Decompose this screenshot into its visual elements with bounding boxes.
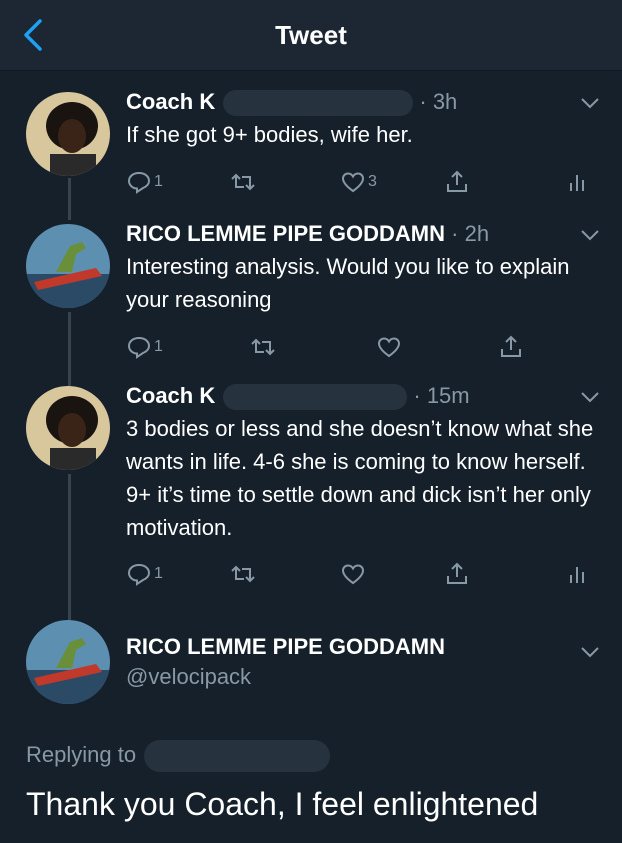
author-name[interactable]: RICO LEMME PIPE GODDAMN <box>126 634 445 659</box>
thread-line <box>68 178 71 220</box>
avatar[interactable] <box>26 224 110 308</box>
analytics-button[interactable] <box>564 560 590 588</box>
redacted-handle <box>223 90 414 117</box>
author-name[interactable]: RICO LEMME PIPE GODDAMN <box>126 221 445 246</box>
chevron-down-icon[interactable] <box>580 96 600 110</box>
page-title: Tweet <box>275 20 347 50</box>
avatar[interactable] <box>26 620 110 704</box>
reply-button[interactable]: 1 <box>126 560 163 588</box>
timestamp: · 2h <box>451 221 490 246</box>
like-button[interactable]: 3 <box>340 168 377 196</box>
author-handle[interactable]: @velocipack <box>126 664 251 690</box>
reply-button[interactable]: 1 <box>126 333 163 361</box>
tweet-text: Thank you Coach, I feel enlightened <box>26 786 539 822</box>
tweet-actions: 1 <box>126 333 596 363</box>
retweet-button[interactable] <box>230 168 256 196</box>
timestamp: · 3h <box>419 89 458 114</box>
reply-count: 1 <box>154 338 163 355</box>
thread-line <box>68 474 71 620</box>
share-icon <box>447 170 467 192</box>
analytics-icon <box>570 567 584 583</box>
share-button[interactable] <box>498 333 524 361</box>
tweet-text: If she got 9+ bodies, wife her. <box>126 122 413 147</box>
like-button[interactable] <box>340 560 366 588</box>
like-icon <box>341 564 365 585</box>
like-icon <box>341 172 365 193</box>
avatar[interactable] <box>26 92 110 176</box>
avatar[interactable] <box>26 386 110 470</box>
thread-line <box>68 312 71 387</box>
share-button[interactable] <box>444 560 470 588</box>
share-button[interactable] <box>444 168 470 196</box>
top-bar: Tweet <box>0 0 622 71</box>
analytics-icon <box>570 175 584 191</box>
tweet-actions: 1 <box>126 560 596 590</box>
replying-label: Replying to <box>26 741 137 767</box>
reply-icon <box>127 171 151 194</box>
tweet-text: 3 bodies or less and she doesn’t know wh… <box>126 416 594 540</box>
reply-icon <box>127 336 151 359</box>
redacted-handle <box>144 740 331 772</box>
like-button[interactable] <box>376 333 402 361</box>
avatar-velociraptor-icon <box>26 620 110 704</box>
reply-count: 1 <box>154 565 163 582</box>
avatar-velociraptor-icon <box>26 224 110 308</box>
tweet-text: Interesting analysis. Would you like to … <box>126 254 570 312</box>
redacted-handle <box>223 384 408 411</box>
share-icon <box>501 335 521 357</box>
analytics-button[interactable] <box>564 168 590 196</box>
reply-count: 1 <box>154 173 163 190</box>
like-count: 3 <box>368 173 377 190</box>
reply-icon <box>127 563 151 586</box>
chevron-down-icon[interactable] <box>580 390 600 404</box>
retweet-icon <box>231 565 255 583</box>
retweet-icon <box>251 338 275 356</box>
avatar-coach-k-icon <box>26 92 110 176</box>
chevron-down-icon[interactable] <box>580 645 600 659</box>
retweet-icon <box>231 173 255 191</box>
retweet-button[interactable] <box>250 333 276 361</box>
chevron-down-icon[interactable] <box>580 228 600 242</box>
author-name[interactable]: Coach K <box>126 89 215 114</box>
avatar-coach-k-icon <box>26 386 110 470</box>
like-icon <box>377 337 401 358</box>
author-name[interactable]: Coach K <box>126 383 215 408</box>
share-icon <box>447 562 467 584</box>
timestamp: · 15m <box>413 383 470 408</box>
reply-button[interactable]: 1 <box>126 168 163 196</box>
retweet-button[interactable] <box>230 560 256 588</box>
tweet-actions: 1 3 <box>126 168 596 198</box>
